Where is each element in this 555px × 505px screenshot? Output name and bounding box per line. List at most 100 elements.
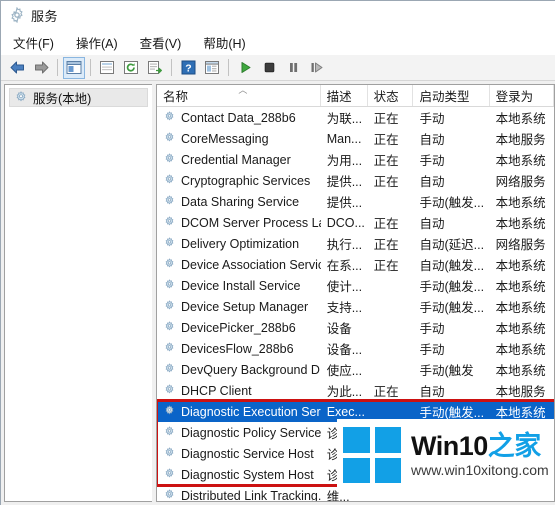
restart-service-icon[interactable] xyxy=(306,57,328,79)
cell-logon: 本地系统 xyxy=(495,112,546,126)
column-header-description[interactable]: 描述 xyxy=(321,85,368,106)
cell-name: Diagnostic Policy Service xyxy=(157,426,321,440)
service-name-label: Delivery Optimization xyxy=(181,236,300,251)
table-row[interactable]: Contact Data_288b6 为联... 正在 手动 本地系统 xyxy=(157,107,554,128)
cell-status: 正在 xyxy=(373,385,399,399)
cell-startup: 手动(触发... xyxy=(419,280,485,294)
service-name-label: Device Setup Manager xyxy=(181,299,309,314)
cell-status: 正在 xyxy=(373,238,399,252)
cell-logon: 本地服务 xyxy=(495,385,546,399)
table-row[interactable]: Data Sharing Service 提供... 手动(触发... 本地系统 xyxy=(157,191,554,212)
cell-name: DCOM Server Process La... xyxy=(157,216,321,230)
cell-status: 正在 xyxy=(373,112,399,126)
cell-name: Device Association Service xyxy=(157,258,321,272)
toolbar-separator xyxy=(90,59,91,76)
service-name-label: Diagnostic System Host xyxy=(181,467,314,482)
service-name-label: Contact Data_288b6 xyxy=(181,110,296,125)
cell-status: 正在 xyxy=(373,217,399,231)
cell-startup: 手动 xyxy=(419,112,445,126)
service-name-label: DHCP Client xyxy=(181,383,252,398)
table-row[interactable]: CoreMessaging Man... 正在 自动 本地服务 xyxy=(157,128,554,149)
cell-startup: 手动 xyxy=(419,322,445,336)
gear-icon xyxy=(165,363,174,373)
pause-service-icon[interactable] xyxy=(282,57,304,79)
column-header-name-label: 名称 xyxy=(163,90,189,104)
cell-desc: 提供... xyxy=(326,196,363,210)
cell-logon: 本地系统 xyxy=(495,217,546,231)
stop-service-icon[interactable] xyxy=(258,57,280,79)
list-view-icon[interactable] xyxy=(201,57,223,79)
table-row[interactable]: Device Setup Manager 支持... 手动(触发... 本地系统 xyxy=(157,296,554,317)
cell-logon: 网络服务 xyxy=(495,175,546,189)
toolbar: ? xyxy=(1,55,555,81)
table-row[interactable]: DevicePicker_288b6 设备 手动 本地系统 xyxy=(157,317,554,338)
menu-bar: 文件(F) 操作(A) 查看(V) 帮助(H) xyxy=(1,29,555,55)
cell-startup: 自动(触发... xyxy=(419,259,485,273)
refresh-icon[interactable] xyxy=(120,57,142,79)
column-header-log-on-as[interactable]: 登录为 xyxy=(490,85,554,106)
service-name-label: Diagnostic Execution Ser... xyxy=(181,404,321,419)
watermark-url: www.win10xitong.com xyxy=(411,462,549,478)
gear-icon xyxy=(11,7,23,23)
table-row[interactable]: DCOM Server Process La... DCO... 正在 自动 本地系统 xyxy=(157,212,554,233)
cell-name: CoreMessaging xyxy=(157,132,321,146)
cell-logon: 网络服务 xyxy=(495,238,546,252)
cell-desc: 为用... xyxy=(326,154,363,168)
tree-item-services-local[interactable]: 服务(本地) xyxy=(9,88,148,107)
toolbar-separator xyxy=(171,59,172,76)
cell-desc: 使计... xyxy=(326,280,363,294)
windows-logo-icon xyxy=(343,427,401,483)
service-name-label: Device Install Service xyxy=(181,278,301,293)
export-list-icon[interactable] xyxy=(144,57,166,79)
column-header-status[interactable]: 状态 xyxy=(368,85,414,106)
menu-file[interactable]: 文件(F) xyxy=(11,31,63,54)
start-service-icon[interactable] xyxy=(234,57,256,79)
gear-icon xyxy=(165,321,174,331)
gear-icon xyxy=(165,489,174,499)
table-row[interactable]: Credential Manager 为用... 正在 手动 本地系统 xyxy=(157,149,554,170)
cell-desc: 执行... xyxy=(326,238,363,252)
help-icon[interactable]: ? xyxy=(177,57,199,79)
cell-name: Credential Manager xyxy=(157,153,321,167)
cell-desc: 使应... xyxy=(326,364,363,378)
cell-name: Device Install Service xyxy=(157,279,321,293)
properties-icon[interactable] xyxy=(96,57,118,79)
table-row[interactable]: Device Install Service 使计... 手动(触发... 本地系统 xyxy=(157,275,554,296)
show-hide-tree-icon[interactable] xyxy=(63,56,85,79)
table-row[interactable]: DevQuery Background D... 使应... 手动(触发 本地系统 xyxy=(157,359,554,380)
table-row[interactable]: DevicesFlow_288b6 设备... 手动 本地系统 xyxy=(157,338,554,359)
back-icon[interactable] xyxy=(6,57,28,79)
cell-status: 正在 xyxy=(373,133,399,147)
cell-desc: Exec... xyxy=(326,404,365,419)
service-name-label: DevicePicker_288b6 xyxy=(181,320,296,335)
cell-startup: 自动 xyxy=(419,133,445,147)
cell-name: Delivery Optimization xyxy=(157,237,321,251)
gear-icon xyxy=(165,258,174,268)
cell-desc: 提供... xyxy=(326,175,363,189)
console-tree-pane: 服务(本地) xyxy=(4,84,152,502)
menu-action[interactable]: 操作(A) xyxy=(74,31,127,54)
cell-status: 正在 xyxy=(373,175,399,189)
table-row[interactable]: Device Association Service 在系... 正在 自动(触发..… xyxy=(157,254,554,275)
column-header-startup-type[interactable]: 启动类型 xyxy=(413,85,490,106)
column-header-name[interactable]: 名称 ︿ xyxy=(157,85,321,106)
menu-help[interactable]: 帮助(H) xyxy=(201,31,254,54)
menu-view[interactable]: 查看(V) xyxy=(138,31,191,54)
cell-startup: 自动 xyxy=(419,385,445,399)
gear-icon xyxy=(16,90,26,101)
table-row[interactable]: DHCP Client 为此... 正在 自动 本地服务 xyxy=(157,380,554,401)
table-row[interactable]: Delivery Optimization 执行... 正在 自动(延迟... 网络服务 xyxy=(157,233,554,254)
table-row[interactable]: Cryptographic Services 提供... 正在 自动 网络服务 xyxy=(157,170,554,191)
cell-status: 正在 xyxy=(373,154,399,168)
forward-icon[interactable] xyxy=(30,57,52,79)
cell-logon: 本地服务 xyxy=(495,133,546,147)
service-name-label: Data Sharing Service xyxy=(181,194,300,209)
cell-desc: 为此... xyxy=(326,385,363,399)
watermark-text: Win10之家 www.win10xitong.com xyxy=(411,431,549,479)
cell-desc: Man... xyxy=(326,131,362,146)
cell-logon: 本地系统 xyxy=(495,301,546,315)
cell-desc: 为联... xyxy=(326,112,363,126)
svg-text:?: ? xyxy=(185,62,191,74)
tree-item-label: 服务(本地) xyxy=(33,92,92,106)
cell-startup: 手动(触发 xyxy=(419,364,474,378)
